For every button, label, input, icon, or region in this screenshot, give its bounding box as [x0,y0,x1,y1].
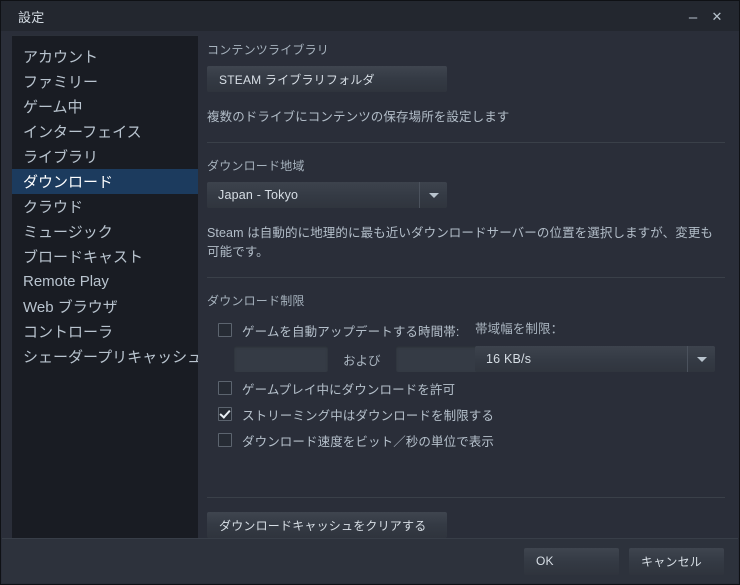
sidebar-item-downloads[interactable]: ダウンロード [12,169,198,194]
sidebar-item-label: ブロードキャスト [23,249,144,266]
auto-update-window-checkbox[interactable] [218,323,232,337]
dialog-body: アカウント ファミリー ゲーム中 インターフェイス ライブラリ ダウンロード ク… [1,31,739,584]
sidebar-item-label: Web ブラウザ [23,299,118,316]
sidebar-item-web-browser[interactable]: Web ブラウザ [12,294,198,319]
sidebar-item-label: コントローラ [23,324,114,341]
throttle-while-streaming-row[interactable]: ストリーミング中はダウンロードを制限する [218,401,725,427]
auto-update-window-label: ゲームを自動アップデートする時間帯: [242,324,460,339]
cancel-button[interactable]: キャンセル [629,547,724,575]
sidebar-item-account[interactable]: アカウント [12,44,198,69]
bandwidth-limit-group: 帯域幅を制限： 16 KB/s [475,318,715,372]
title-bar: 設定 – ✕ [1,1,739,31]
section-download-restrictions: ダウンロード制限 ゲームを自動アップデートする時間帯: および ゲームプレイ中に… [207,292,725,453]
settings-sidebar: アカウント ファミリー ゲーム中 インターフェイス ライブラリ ダウンロード ク… [12,35,198,538]
sidebar-item-controller[interactable]: コントローラ [12,319,198,344]
bandwidth-limit-value: 16 KB/s [486,352,532,366]
section-download-cache: ダウンロードキャッシュをクリアする ダウンロードキャッシュをクリアすることで、ア… [207,512,725,538]
allow-downloads-during-gameplay-label: ゲームプレイ中にダウンロードを許可 [242,382,456,397]
ok-button[interactable]: OK [524,547,619,575]
divider-1 [207,142,725,143]
display-bits-per-second-checkbox[interactable] [218,433,232,447]
divider-3 [207,497,725,498]
sidebar-item-in-game[interactable]: ゲーム中 [12,94,198,119]
display-bits-per-second-row[interactable]: ダウンロード速度をビット／秒の単位で表示 [218,427,725,453]
steam-library-folder-button[interactable]: STEAM ライブラリフォルダ [207,66,447,92]
sidebar-item-label: クラウド [23,199,84,216]
sidebar-item-broadcast[interactable]: ブロードキャスト [12,244,198,269]
allow-downloads-during-gameplay-checkbox[interactable] [218,381,232,395]
sidebar-item-family[interactable]: ファミリー [12,69,198,94]
download-restrictions-title: ダウンロード制限 [207,294,305,308]
sidebar-item-label: ミュージック [23,224,113,241]
throttle-while-streaming-checkbox[interactable] [218,407,232,421]
window-title: 設定 [18,9,45,25]
clear-download-cache-button[interactable]: ダウンロードキャッシュをクリアする [207,512,447,538]
sidebar-item-shader-precache[interactable]: シェーダープリキャッシュ [12,344,198,369]
sidebar-item-label: ダウンロード [23,174,114,191]
content-library-title: コンテンツライブラリ [207,43,330,57]
section-download-region: ダウンロード地域 Japan - Tokyo Steam は自動的に地理的に最も… [207,157,725,260]
sidebar-item-label: アカウント [23,49,99,66]
sidebar-item-music[interactable]: ミュージック [12,219,198,244]
settings-window: 設定 – ✕ アカウント ファミリー ゲーム中 インターフェイス ライブラリ ダ… [0,0,740,585]
sidebar-item-library[interactable]: ライブラリ [12,144,198,169]
sidebar-item-interface[interactable]: インターフェイス [12,119,198,144]
sidebar-item-label: ファミリー [23,74,99,91]
download-region-description: Steam は自動的に地理的に最も近いダウンロードサーバーの位置を選択しますが、… [207,226,714,259]
sidebar-item-label: インターフェイス [23,124,142,141]
sidebar-item-label: ゲーム中 [23,99,83,116]
display-bits-per-second-label: ダウンロード速度をビット／秒の単位で表示 [242,434,495,449]
minimize-icon[interactable]: – [682,3,704,29]
settings-content-downloads: コンテンツライブラリ STEAM ライブラリフォルダ 複数のドライブにコンテンツ… [207,35,725,538]
download-region-title: ダウンロード地域 [207,159,305,173]
sidebar-item-cloud[interactable]: クラウド [12,194,198,219]
bandwidth-limit-select[interactable]: 16 KB/s [475,346,715,372]
chevron-down-icon [687,346,715,372]
section-content-library: コンテンツライブラリ STEAM ライブラリフォルダ 複数のドライブにコンテンツ… [207,35,725,125]
throttle-while-streaming-label: ストリーミング中はダウンロードを制限する [242,408,495,423]
close-icon[interactable]: ✕ [706,5,728,27]
sidebar-item-label: Remote Play [23,273,109,290]
bandwidth-limit-label: 帯域幅を制限： [475,322,564,336]
sidebar-item-label: シェーダープリキャッシュ [23,349,198,366]
dialog-footer: OK キャンセル [2,538,738,583]
content-library-description: 複数のドライブにコンテンツの保存場所を設定します [207,110,510,124]
chevron-down-icon [419,182,447,208]
download-region-value: Japan - Tokyo [218,188,299,202]
divider-2 [207,277,725,278]
sidebar-item-remote-play[interactable]: Remote Play [12,269,198,294]
download-region-select[interactable]: Japan - Tokyo [207,182,447,208]
allow-downloads-during-gameplay-row[interactable]: ゲームプレイ中にダウンロードを許可 [218,375,725,401]
window-controls: – ✕ [682,3,735,29]
auto-update-start-time-input[interactable] [234,346,328,372]
sidebar-item-label: ライブラリ [23,149,99,166]
time-range-separator: および [343,353,381,368]
